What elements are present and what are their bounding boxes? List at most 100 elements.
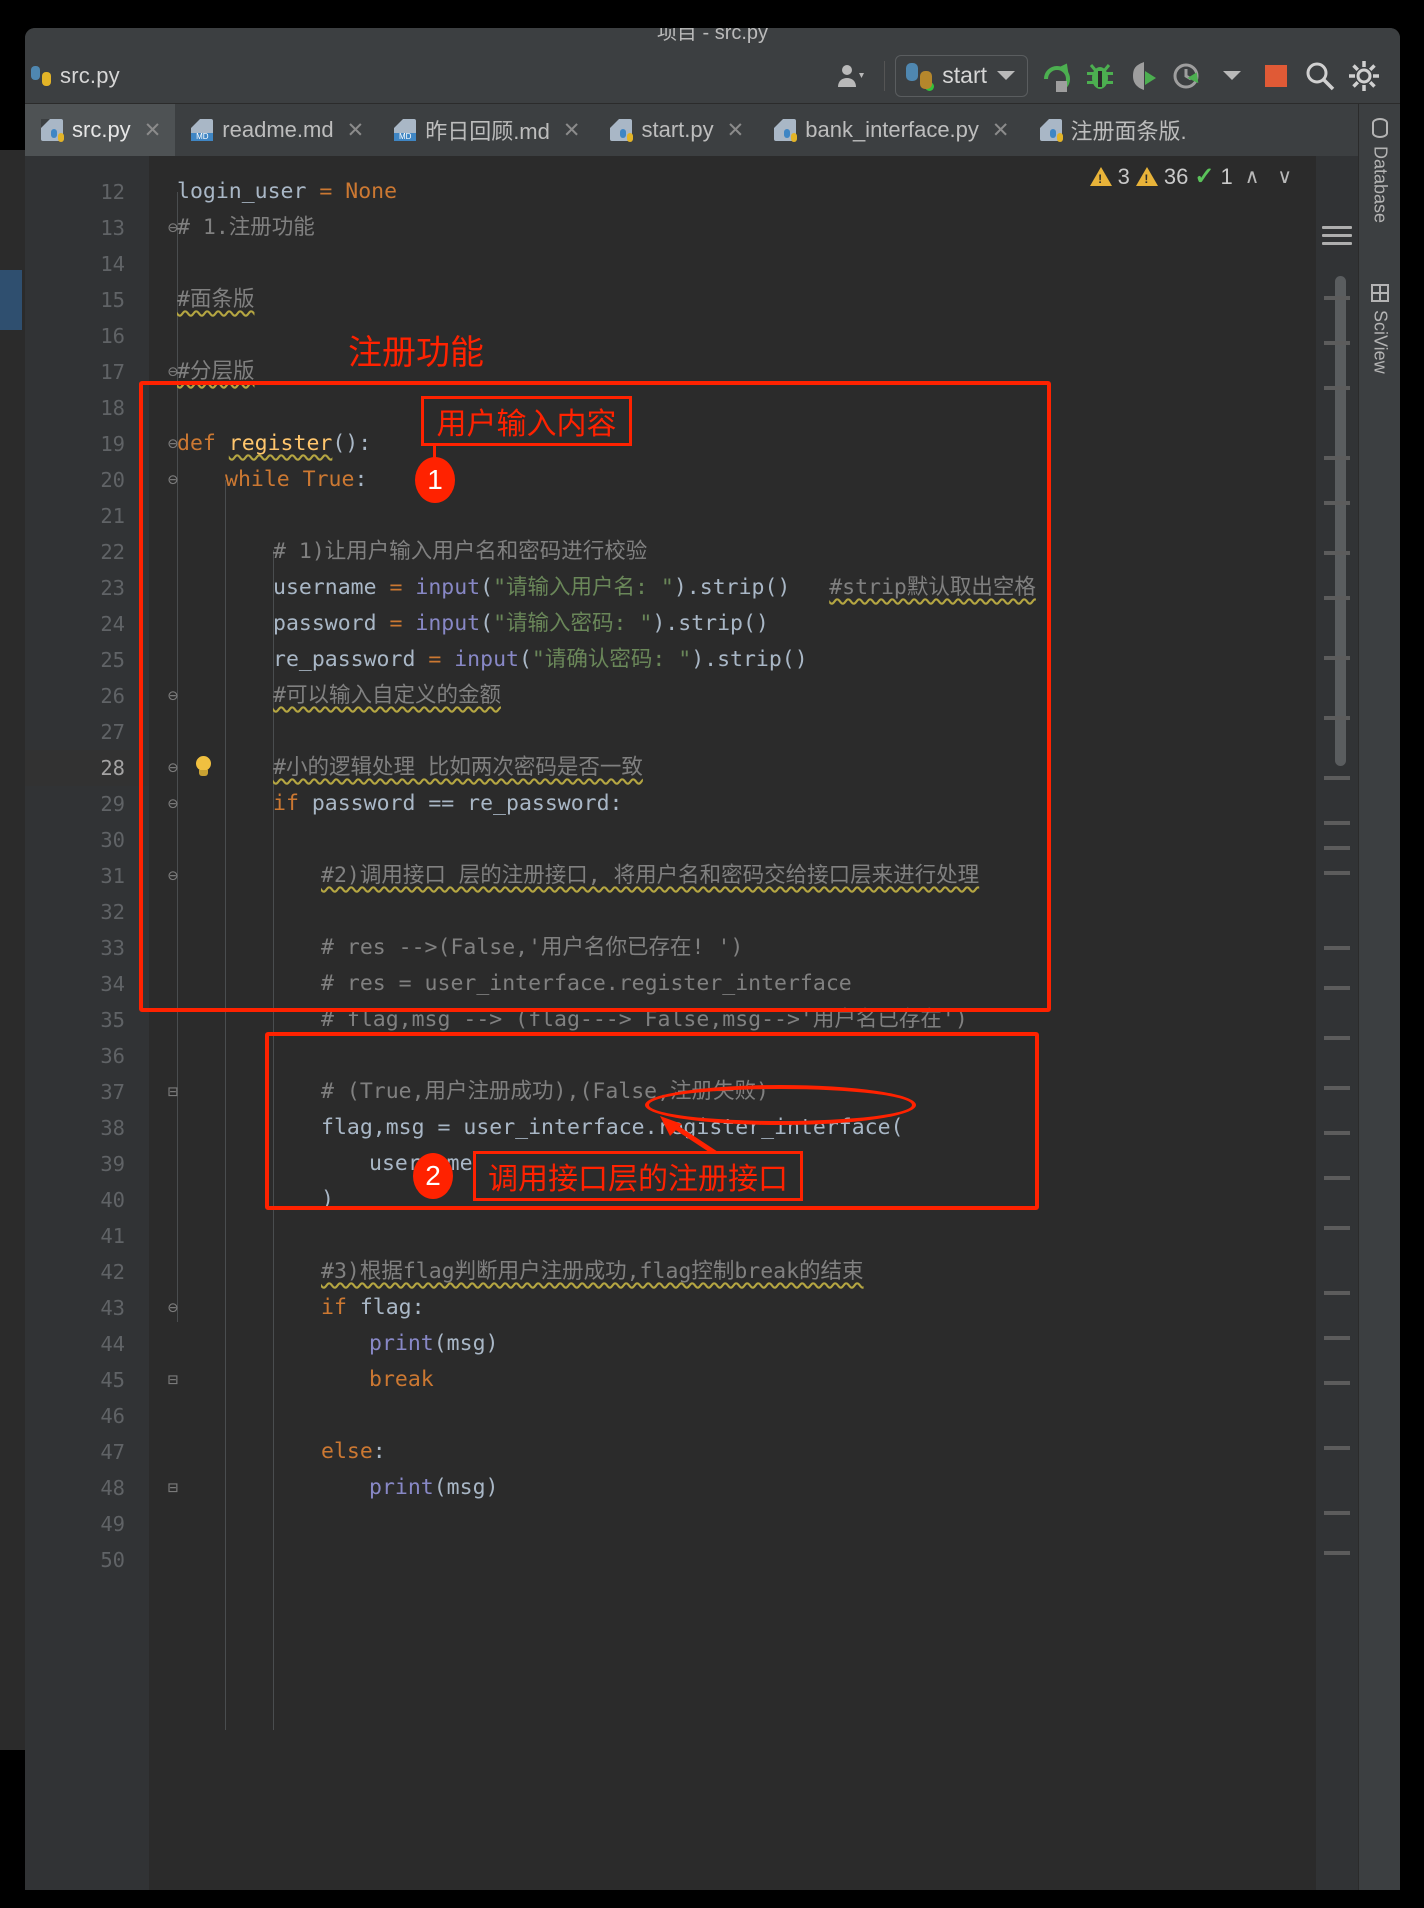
debug-button[interactable] [1078, 54, 1122, 98]
line-number: 33 [100, 936, 125, 960]
database-icon [1372, 118, 1388, 138]
line-number: 12 [100, 180, 125, 204]
tab-start-py[interactable]: start.py ✕ [594, 104, 758, 156]
stop-button[interactable] [1254, 54, 1298, 98]
code-line[interactable]: 45 ⊟ break [25, 1362, 1358, 1398]
fold-toggle-icon[interactable]: ⊖ [165, 858, 181, 894]
sidebar-item-database[interactable]: Database [1359, 110, 1400, 223]
code-line[interactable]: 48 ⊟ print(msg) [25, 1470, 1358, 1506]
rerun-button[interactable] [1034, 54, 1078, 98]
line-number: 13 [100, 216, 125, 240]
code-line[interactable]: 17 ⊖ #分层版 [25, 354, 1358, 390]
run-configuration-name: start [942, 62, 987, 88]
editor-scrollbar-thumb[interactable] [1335, 276, 1346, 766]
intention-bulb-icon[interactable] [192, 756, 216, 780]
code-line[interactable]: 25 re_password = input("请确认密码: ").strip() [25, 642, 1358, 678]
code-text: while True: [225, 467, 368, 492]
tab-zuori-huigu-md[interactable]: 昨日回顾.md ✕ [378, 104, 594, 156]
code-line[interactable]: 24 password = input("请输入密码: ").strip() [25, 606, 1358, 642]
line-number: 34 [100, 972, 125, 996]
tab-src-py[interactable]: src.py ✕ [25, 104, 176, 156]
prev-problem-button[interactable]: ∧ [1239, 164, 1266, 189]
next-problem-button[interactable]: ∨ [1271, 164, 1298, 189]
code-line[interactable]: 41 [25, 1218, 1358, 1254]
code-line[interactable]: 32 [25, 894, 1358, 930]
fold-toggle-icon[interactable]: ⊖ [165, 750, 181, 786]
breadcrumb[interactable]: src.py [31, 63, 120, 89]
code-outline-icon[interactable] [1322, 226, 1352, 250]
run-with-coverage-button[interactable] [1122, 54, 1166, 98]
code-line[interactable]: 43 ⊖ if flag: [25, 1290, 1358, 1326]
code-line[interactable]: 15 #面条版 [25, 282, 1358, 318]
user-avatar-icon [838, 64, 865, 87]
fold-toggle-icon[interactable]: ⊖ [165, 786, 181, 822]
code-line[interactable]: 22 # 1)让用户输入用户名和密码进行校验 [25, 534, 1358, 570]
code-line[interactable]: 16 [25, 318, 1358, 354]
tab-zhuce-miantiao-ban[interactable]: 注册面条版. [1024, 104, 1201, 156]
code-line[interactable]: 33 # res -->(False,'用户名你已存在! ') [25, 930, 1358, 966]
search-everywhere-button[interactable] [1298, 54, 1342, 98]
code-line[interactable]: 18 [25, 390, 1358, 426]
sidebar-item-sciview[interactable]: SciView [1359, 276, 1400, 374]
fold-toggle-icon[interactable]: ⊟ [165, 1074, 181, 1110]
code-line[interactable]: 44 print(msg) [25, 1326, 1358, 1362]
code-editor[interactable]: 12 login_user = None 13 ⊖ # 1.注册功能 14 15 #面条版 16… [25, 156, 1358, 1890]
line-number: 29 [100, 792, 125, 816]
profile-button[interactable] [1166, 54, 1210, 98]
code-line[interactable]: 49 [25, 1506, 1358, 1542]
code-line[interactable]: 27 [25, 714, 1358, 750]
fold-toggle-icon[interactable]: ⊟ [165, 1470, 181, 1506]
breadcrumb-label: src.py [60, 62, 120, 88]
code-line[interactable]: 30 [25, 822, 1358, 858]
window-title-strip: 项目 - src.py [25, 28, 1400, 48]
line-number: 42 [100, 1260, 125, 1284]
tab-bank-interface-py[interactable]: bank_interface.py ✕ [758, 104, 1023, 156]
code-line[interactable]: 35 # flag,msg --> (flag---> False,msg-->'… [25, 1002, 1358, 1038]
code-text: # 1.注册功能 [177, 215, 315, 240]
close-icon[interactable]: ✕ [563, 118, 581, 143]
code-line[interactable]: 28 ⊖ #小的逻辑处理 比如两次密码是否一致 [25, 750, 1358, 786]
code-line[interactable]: 13 ⊖ # 1.注册功能 [25, 210, 1358, 246]
code-line[interactable]: 23 username = input("请输入用户名: ").strip() #… [25, 570, 1358, 606]
fold-toggle-icon[interactable]: ⊟ [165, 1362, 181, 1398]
run-configuration-selector[interactable]: start [895, 54, 1028, 97]
tab-readme-md[interactable]: readme.md ✕ [175, 104, 378, 156]
code-line[interactable]: 42 #3)根据flag判断用户注册成功,flag控制break的结束 [25, 1254, 1358, 1290]
close-icon[interactable]: ✕ [347, 118, 365, 143]
code-text: print(msg) [369, 1475, 499, 1500]
code-text: #面条版 [177, 287, 255, 312]
code-line[interactable]: 36 [25, 1038, 1358, 1074]
fold-toggle-icon[interactable]: ⊖ [165, 462, 181, 498]
python-file-icon [610, 119, 634, 142]
code-text: #小的逻辑处理 比如两次密码是否一致 [273, 755, 643, 780]
user-avatar-button[interactable] [830, 54, 874, 98]
code-line[interactable]: 34 # res = user_interface.register_interf… [25, 966, 1358, 1002]
close-icon[interactable]: ✕ [144, 118, 162, 143]
code-line[interactable]: 46 [25, 1398, 1358, 1434]
fold-toggle-icon[interactable]: ⊖ [165, 678, 181, 714]
code-line[interactable]: 21 [25, 498, 1358, 534]
code-line[interactable]: 37 ⊟ # (True,用户注册成功),(False,注册失败) [25, 1074, 1358, 1110]
code-text: else: [321, 1439, 386, 1464]
code-line[interactable]: 19 ⊖ def register(): [25, 426, 1358, 462]
fold-toggle-icon[interactable]: ⊖ [165, 1290, 181, 1326]
code-line[interactable]: 31 ⊖ #2)调用接口 层的注册接口, 将用户名和密码交给接口层来进行处理 [25, 858, 1358, 894]
code-text: ) [321, 1187, 334, 1212]
line-number: 41 [100, 1224, 125, 1248]
marker-bar[interactable] [1316, 156, 1358, 1890]
close-icon[interactable]: ✕ [992, 118, 1010, 143]
code-line[interactable]: 20 ⊖ while True: [25, 462, 1358, 498]
run-config-dropdown[interactable] [1210, 54, 1254, 98]
close-icon[interactable]: ✕ [727, 118, 745, 143]
code-line[interactable]: 29 ⊖ if password == re_password: [25, 786, 1358, 822]
line-number: 38 [100, 1116, 125, 1140]
code-line[interactable]: 50 [25, 1542, 1358, 1578]
code-line[interactable]: 38 flag,msg = user_interface.register_int… [25, 1110, 1358, 1146]
settings-button[interactable] [1342, 54, 1386, 98]
code-line[interactable]: 14 [25, 246, 1358, 282]
code-line[interactable]: 47 else: [25, 1434, 1358, 1470]
line-number: 22 [100, 540, 125, 564]
code-line[interactable]: 26 ⊖ #可以输入自定义的金额 [25, 678, 1358, 714]
code-text: username = input("请输入用户名: ").strip() #st… [273, 575, 1036, 600]
editor-tab-bar: src.py ✕ readme.md ✕ 昨日回顾.md ✕ start.py … [25, 104, 1400, 156]
